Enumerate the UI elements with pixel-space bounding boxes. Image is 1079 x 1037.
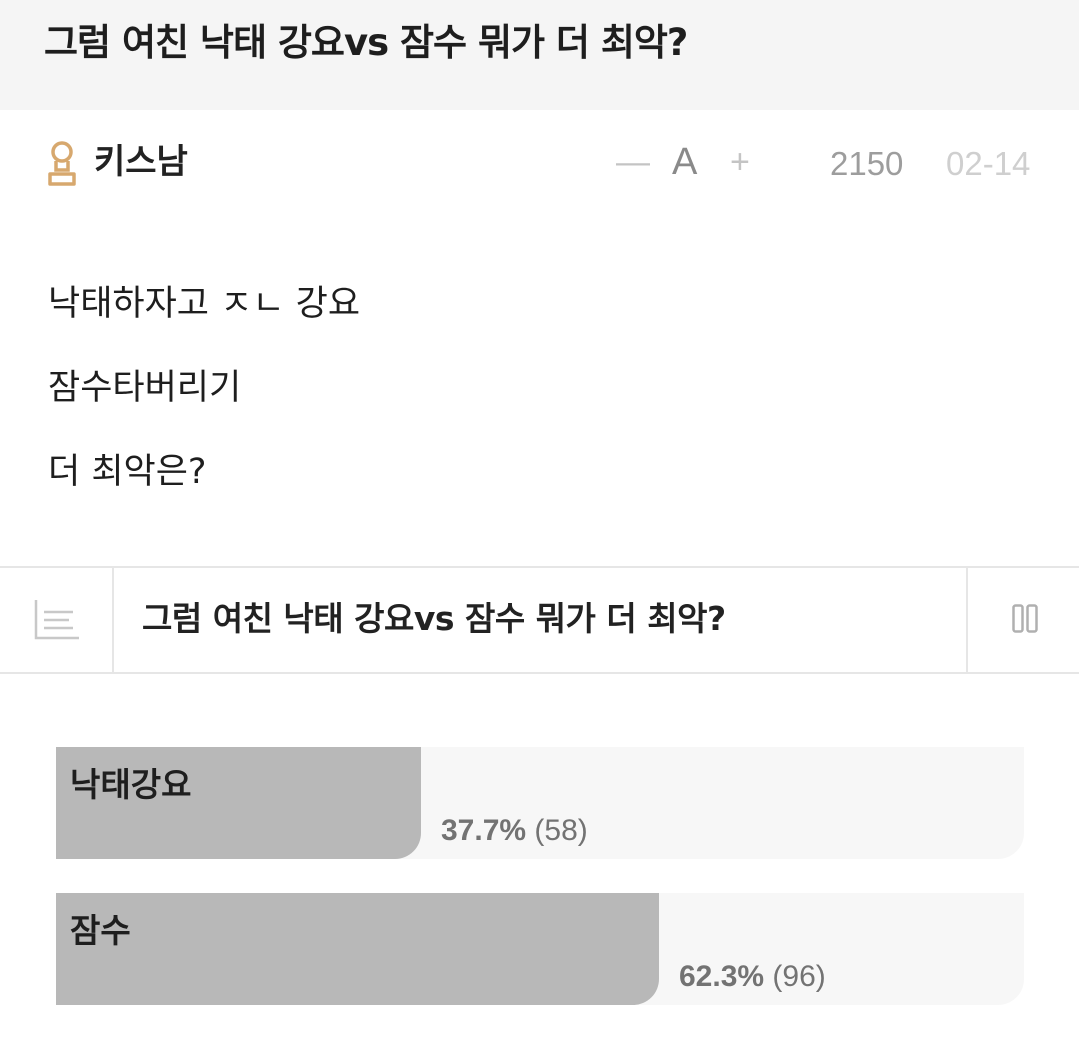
body-line: 잠수타버리기 [48, 368, 242, 408]
poll-option-percent: 62.3% [679, 960, 765, 993]
post-date: 02-14 [946, 145, 1031, 182]
author-name[interactable]: 키스남 [94, 140, 188, 184]
columns-icon [1012, 604, 1038, 633]
post-title: 그럼 여친 낙태 강요vs 잠수 뭐가 더 최악? [44, 21, 688, 64]
poll-option[interactable]: 낙태강요 37.7% (58) [56, 747, 1024, 859]
poll-option-label: 낙태강요 [70, 765, 192, 804]
poll-option-count: (58) [534, 814, 588, 847]
poll-option-bar [56, 893, 659, 1005]
body-line: 낙태하자고 ㅈㄴ 강요 [48, 284, 361, 324]
user-rank-icon [48, 141, 76, 186]
poll-option-label: 잠수 [70, 911, 131, 950]
poll-option-result: 62.3% (96) [679, 957, 826, 997]
font-size-indicator[interactable]: A [672, 140, 706, 184]
poll-option-count: (96) [772, 960, 826, 993]
poll-option-percent: 37.7% [441, 814, 527, 847]
font-decrease-button[interactable]: — [616, 140, 650, 184]
post-meta-row: 키스남 — A + 2150 02-14 [0, 110, 1079, 220]
poll-option[interactable]: 잠수 62.3% (96) [56, 893, 1024, 1005]
poll-title: 그럼 여친 낙태 강요vs 잠수 뭐가 더 최악? [142, 599, 726, 638]
list-icon [34, 600, 79, 640]
poll-header: 그럼 여친 낙태 강요vs 잠수 뭐가 더 최악? [0, 566, 1079, 674]
post-title-bar: 그럼 여친 낙태 강요vs 잠수 뭐가 더 최악? [0, 0, 1079, 110]
poll-list-button[interactable] [0, 568, 114, 672]
poll-view-toggle[interactable] [966, 568, 1079, 672]
poll-option-result: 37.7% (58) [441, 811, 588, 851]
font-increase-button[interactable]: + [730, 140, 760, 184]
view-count: 2150 [830, 145, 904, 182]
body-line: 더 최악은? [48, 452, 207, 492]
